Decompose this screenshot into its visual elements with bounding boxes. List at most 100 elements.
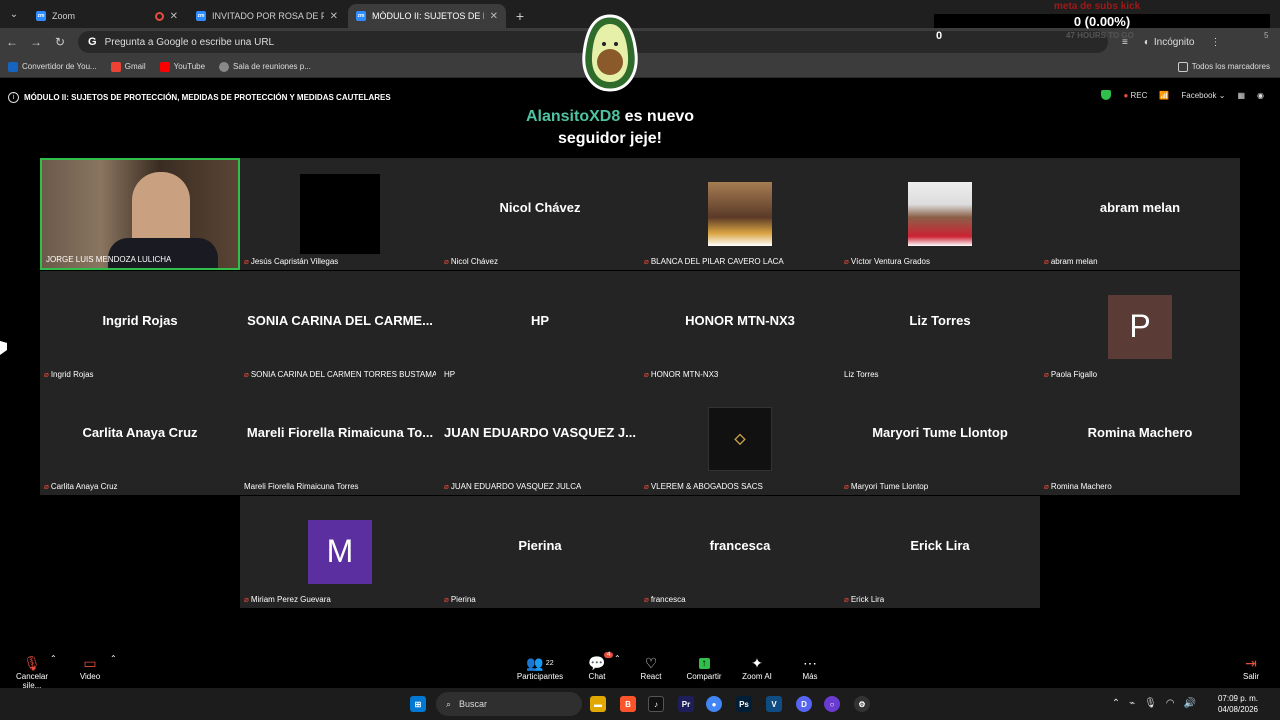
- participant-display-name: Ingrid Rojas: [102, 312, 178, 328]
- chevron-up-icon[interactable]: ⌃: [110, 654, 117, 663]
- view-grid-icon[interactable]: ▦: [1237, 91, 1245, 100]
- reload-icon[interactable]: ↻: [48, 35, 72, 49]
- participant-name-label: ⌀ Miriam Perez Guevara: [244, 595, 331, 604]
- participant-tile[interactable]: ⌀ Víctor Ventura Grados: [840, 158, 1040, 270]
- app-icon[interactable]: ⚙: [854, 696, 870, 712]
- react-button[interactable]: ♡ React: [636, 654, 666, 682]
- participant-tile[interactable]: M ⌀ Miriam Perez Guevara: [240, 495, 440, 608]
- vegas-icon[interactable]: V: [766, 696, 782, 712]
- participant-tile[interactable]: Liz Torres Liz Torres: [840, 270, 1040, 383]
- globe-icon: [219, 61, 230, 72]
- new-tab-button[interactable]: +: [508, 4, 532, 28]
- participant-tile[interactable]: HP HP: [440, 270, 640, 383]
- participant-tile[interactable]: Pierina ⌀ Pierina: [440, 495, 640, 608]
- youtube-icon: [159, 61, 170, 72]
- tab-zoom[interactable]: zm Zoom ✕: [28, 4, 186, 28]
- security-shield-icon[interactable]: [1101, 90, 1112, 100]
- chat-button[interactable]: 💬 4 Chat: [582, 652, 614, 681]
- video-off-icon: ▭: [83, 654, 97, 671]
- brave-icon[interactable]: B: [620, 696, 636, 712]
- vlerem-logo: ◇: [708, 407, 772, 471]
- mic-off-icon: ⌀: [1044, 257, 1049, 266]
- mic-off-icon: ⌀: [244, 594, 249, 604]
- participant-name-label: ⌀ Romina Machero: [1044, 482, 1112, 491]
- live-stream-icon[interactable]: 📶: [1159, 91, 1169, 100]
- clock[interactable]: 07:09 p. m. 04/08/2026: [1218, 693, 1258, 715]
- mic-off-icon: ⌀: [244, 257, 249, 266]
- close-tab-icon[interactable]: ✕: [490, 11, 498, 22]
- participant-tile[interactable]: JUAN EDUARDO VASQUEZ J... ⌀ JUAN EDUARDO V…: [440, 383, 640, 495]
- recording-indicator[interactable]: ● REC: [1123, 91, 1147, 100]
- video-button[interactable]: ▭ Video: [70, 654, 110, 682]
- participant-name-label: Liz Torres: [844, 370, 879, 379]
- participant-name: VLEREM & ABOGADOS SACS: [650, 482, 763, 491]
- participant-tile[interactable]: francesca ⌀ francesca: [640, 495, 840, 608]
- participant-tile[interactable]: P ⌀ Paola Figallo: [1040, 270, 1240, 383]
- info-icon[interactable]: i: [8, 91, 19, 103]
- participant-tile[interactable]: Nicol Chávez ⌀ Nicol Chávez: [440, 158, 640, 270]
- forward-icon[interactable]: →: [24, 35, 48, 49]
- chevron-up-icon[interactable]: ⌃: [614, 654, 621, 663]
- zoom-logo-icon: ◉: [1257, 90, 1264, 100]
- participant-tile[interactable]: Carlita Anaya Cruz ⌀ Carlita Anaya Cruz: [40, 383, 240, 495]
- more-icon: ⋯: [803, 654, 817, 671]
- wifi-icon[interactable]: ◠: [1166, 698, 1175, 709]
- participant-name-label: ⌀ Maryori Tume Llontop: [844, 482, 928, 491]
- participant-tile[interactable]: ⌀ Jesús Capristán Villegas: [240, 158, 440, 270]
- participant-tile[interactable]: Romina Machero ⌀ Romina Machero: [1040, 383, 1240, 495]
- chrome-icon[interactable]: ●: [706, 696, 722, 712]
- participant-tile[interactable]: abram melan ⌀ abram melan: [1040, 158, 1240, 270]
- chevron-up-icon[interactable]: ⌃: [1112, 698, 1120, 709]
- tab-invitado[interactable]: zm INVITADO POR ROSA DE PAZ ✕: [188, 4, 346, 28]
- participants-button[interactable]: 👥 22 Participantes: [512, 654, 568, 682]
- premiere-icon[interactable]: Pr: [678, 696, 694, 712]
- participant-name-label: ⌀ Erick Lira: [844, 595, 884, 604]
- participant-tile[interactable]: Mareli Fiorella Rimaicuna To... Mareli Fi…: [240, 383, 440, 495]
- participant-gallery: JORGE LUIS MENDOZA LULICHA ⌀ Jesús Caprist…: [40, 158, 1240, 608]
- subs-start: 0: [936, 30, 943, 42]
- participant-tile[interactable]: Ingrid Rojas ⌀ Ingrid Rojas: [40, 270, 240, 383]
- taskbar-search[interactable]: ⌕ Buscar: [436, 692, 582, 716]
- chevron-down-icon: ⌄: [9, 8, 19, 20]
- system-tray: ⌃ ⌁ 🎙 ◠ 🔊: [1112, 698, 1196, 709]
- chevron-up-icon[interactable]: ⌃: [50, 654, 57, 663]
- tiktok-icon[interactable]: ♪: [648, 696, 664, 712]
- participant-name-label: ⌀ francesca: [644, 595, 686, 604]
- participant-name: HONOR MTN-NX3: [650, 369, 719, 379]
- tab-search-button[interactable]: ⌄: [0, 0, 28, 28]
- tab-modulo[interactable]: zm MÓDULO II: SUJETOS DE PF ✕: [348, 4, 506, 28]
- windows-start-icon[interactable]: ⊞: [410, 696, 426, 712]
- discord-icon[interactable]: D: [796, 696, 812, 712]
- photoshop-icon[interactable]: Ps: [736, 696, 752, 712]
- microphone-icon[interactable]: 🎙: [1144, 698, 1157, 709]
- obs-icon[interactable]: ○: [824, 696, 840, 712]
- all-bookmarks[interactable]: Todos los marcadores: [1177, 61, 1270, 72]
- participant-tile[interactable]: ⌀ BLANCA DEL PILAR CAVERO LACA: [640, 158, 840, 270]
- share-button[interactable]: ↑ Compartir: [684, 654, 724, 681]
- bookmark-item[interactable]: Convertidor de You...: [8, 61, 97, 72]
- bookmark-item[interactable]: Sala de reuniones p...: [219, 61, 311, 72]
- participant-display-name: Mareli Fiorella Rimaicuna To...: [246, 425, 434, 440]
- bookmark-item[interactable]: YouTube: [159, 61, 205, 72]
- mic-off-icon: ⌀: [1044, 482, 1049, 491]
- participant-name: JUAN EDUARDO VASQUEZ JULCA: [450, 482, 582, 491]
- leave-button[interactable]: ⇥ Salir: [1236, 654, 1266, 682]
- volume-icon[interactable]: 🔊: [1184, 698, 1196, 709]
- bookmark-item[interactable]: Gmail: [110, 61, 146, 72]
- zoom-ai-button[interactable]: ✦ Zoom AI: [738, 654, 776, 682]
- back-icon[interactable]: ←: [0, 35, 24, 49]
- participant-tile[interactable]: JORGE LUIS MENDOZA LULICHA: [40, 158, 240, 270]
- participant-tile[interactable]: SONIA CARINA DEL CARME... ⌀ SONIA CARINA D…: [240, 270, 440, 383]
- mic-off-icon: ⌀: [1044, 369, 1049, 379]
- close-tab-icon[interactable]: ✕: [170, 11, 178, 22]
- network-icon[interactable]: ⌁: [1129, 698, 1135, 709]
- participant-tile[interactable]: ◇ ⌀ VLEREM & ABOGADOS SACS: [640, 383, 840, 495]
- file-explorer-icon[interactable]: ▬: [590, 696, 606, 712]
- close-tab-icon[interactable]: ✕: [330, 11, 338, 22]
- participant-display-name: JUAN EDUARDO VASQUEZ J...: [444, 425, 636, 440]
- more-button[interactable]: ⋯ Más: [796, 654, 824, 682]
- participant-tile[interactable]: Maryori Tume Llontop ⌀ Maryori Tume Llonto…: [840, 383, 1040, 495]
- participant-tile[interactable]: HONOR MTN-NX3 ⌀ HONOR MTN-NX3: [640, 270, 840, 383]
- stream-dropdown[interactable]: Facebook ⌄: [1181, 91, 1225, 100]
- participant-tile[interactable]: Erick Lira ⌀ Erick Lira: [840, 495, 1040, 608]
